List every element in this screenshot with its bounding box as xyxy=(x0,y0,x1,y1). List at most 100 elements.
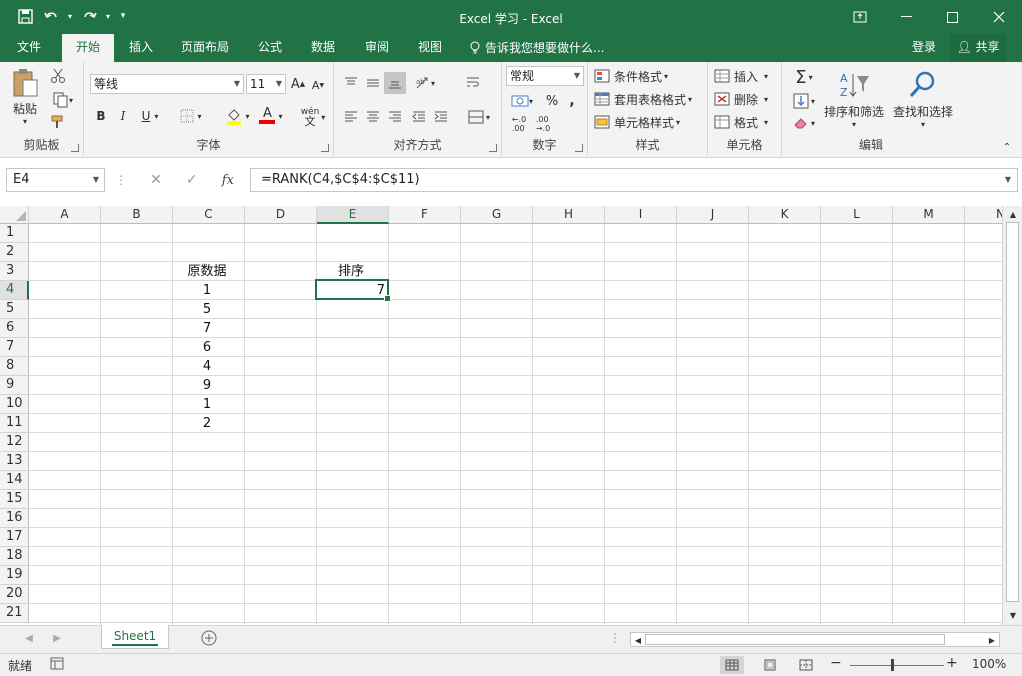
column-header-i[interactable]: I xyxy=(605,206,677,224)
name-box[interactable]: E4 ▼ xyxy=(6,168,105,192)
sign-in-link[interactable]: 登录 xyxy=(912,34,936,61)
scroll-left-icon[interactable]: ◀ xyxy=(633,634,643,646)
minimize-icon[interactable] xyxy=(883,0,929,34)
top-align-icon[interactable] xyxy=(340,72,362,94)
autosum-icon[interactable]: Σ ▾ xyxy=(788,66,820,88)
fill-color-button[interactable]: ▾ xyxy=(222,106,254,126)
tab-home[interactable]: 开始 xyxy=(62,34,114,62)
next-sheet-icon[interactable]: ▶ xyxy=(50,630,64,646)
row-header-2[interactable]: 2 xyxy=(0,243,29,262)
prev-sheet-icon[interactable]: ◀ xyxy=(22,630,36,646)
increase-decimal-icon[interactable]: ←.0.00 xyxy=(508,114,530,134)
normal-view-icon[interactable] xyxy=(720,656,744,674)
insert-function-icon[interactable]: fx xyxy=(222,173,234,188)
cell-c8[interactable]: 4 xyxy=(173,357,241,376)
tab-split-grip-icon[interactable]: ⋮ xyxy=(609,630,621,646)
cell-c4[interactable]: 1 xyxy=(173,281,241,300)
row-header-11[interactable]: 11 xyxy=(0,414,29,433)
cell-c10[interactable]: 1 xyxy=(173,395,241,414)
scroll-down-icon[interactable]: ▼ xyxy=(1007,609,1019,621)
collapse-ribbon-icon[interactable]: ⌃ xyxy=(1000,140,1014,154)
find-select-button[interactable]: 查找和选择 ▾ xyxy=(888,66,958,132)
format-cells-button[interactable]: 格式 ▾ xyxy=(714,112,780,132)
share-button[interactable]: 👤︎ 共享 xyxy=(950,34,1006,61)
cancel-icon[interactable]: ✕ xyxy=(150,172,162,188)
fill-icon[interactable]: ▾ xyxy=(788,90,820,112)
horizontal-scrollbar[interactable]: ◀ ▶ xyxy=(630,632,1000,647)
format-as-table-button[interactable]: 套用表格格式 ▾ xyxy=(594,89,706,109)
decrease-indent-icon[interactable] xyxy=(408,106,430,128)
tab-page-layout[interactable]: 页面布局 xyxy=(173,34,237,62)
column-header-j[interactable]: J xyxy=(677,206,749,224)
row-header-19[interactable]: 19 xyxy=(0,566,29,585)
percent-button[interactable]: % xyxy=(542,90,562,112)
row-header-13[interactable]: 13 xyxy=(0,452,29,471)
cut-icon[interactable] xyxy=(48,66,68,86)
ribbon-display-options-icon[interactable] xyxy=(837,0,883,34)
row-header-3[interactable]: 3 xyxy=(0,262,29,281)
row-header-15[interactable]: 15 xyxy=(0,490,29,509)
cell-c9[interactable]: 9 xyxy=(173,376,241,395)
increase-indent-icon[interactable] xyxy=(430,106,452,128)
column-header-h[interactable]: H xyxy=(533,206,605,224)
column-header-f[interactable]: F xyxy=(389,206,461,224)
cell-c6[interactable]: 7 xyxy=(173,319,241,338)
column-header-b[interactable]: B xyxy=(101,206,173,224)
column-header-a[interactable]: A xyxy=(29,206,101,224)
number-format-select[interactable]: 常规 ▼ xyxy=(506,66,584,86)
format-painter-icon[interactable] xyxy=(48,112,68,132)
row-header-20[interactable]: 20 xyxy=(0,585,29,604)
close-icon[interactable] xyxy=(976,0,1022,34)
column-header-k[interactable]: K xyxy=(749,206,821,224)
row-header-9[interactable]: 9 xyxy=(0,376,29,395)
underline-button[interactable]: U ▾ xyxy=(136,106,164,126)
row-header-8[interactable]: 8 xyxy=(0,357,29,376)
font-name-select[interactable]: 等线 ▼ xyxy=(90,74,244,94)
font-color-button[interactable]: A ▾ xyxy=(256,106,286,126)
worksheet-grid[interactable]: A B C D E F G H I J K L M N 1 2 3 4 5 6 7 8 9 10 11 12 13 14 15 16 17 1… xyxy=(0,206,1002,625)
cell-styles-button[interactable]: 单元格样式 ▾ xyxy=(594,112,704,132)
scroll-right-icon[interactable]: ▶ xyxy=(987,634,997,646)
accounting-format-icon[interactable]: ▾ xyxy=(506,90,538,112)
cell-c7[interactable]: 6 xyxy=(173,338,241,357)
wrap-text-icon[interactable] xyxy=(462,72,484,94)
italic-button[interactable]: I xyxy=(114,106,132,126)
vertical-scroll-thumb[interactable] xyxy=(1006,222,1019,602)
row-header-12[interactable]: 12 xyxy=(0,433,29,452)
clear-icon[interactable]: ▾ xyxy=(788,112,820,134)
row-header-5[interactable]: 5 xyxy=(0,300,29,319)
row-header-16[interactable]: 16 xyxy=(0,509,29,528)
sort-filter-button[interactable]: AZ 排序和筛选 ▾ xyxy=(822,66,886,132)
cell-c5[interactable]: 5 xyxy=(173,300,241,319)
cell-c3[interactable]: 原数据 xyxy=(173,262,241,281)
cell-c11[interactable]: 2 xyxy=(173,414,241,433)
tab-insert[interactable]: 插入 xyxy=(120,34,162,62)
tab-file[interactable]: 文件 xyxy=(4,34,54,62)
select-all-corner[interactable] xyxy=(0,206,29,224)
row-header-7[interactable]: 7 xyxy=(0,338,29,357)
copy-icon[interactable]: ▾ xyxy=(48,90,78,110)
font-size-select[interactable]: 11 ▼ xyxy=(246,74,286,94)
zoom-out-icon[interactable]: − xyxy=(830,655,842,671)
new-sheet-icon[interactable] xyxy=(200,629,218,647)
merge-center-icon[interactable]: ▾ xyxy=(462,106,496,128)
column-header-g[interactable]: G xyxy=(461,206,533,224)
tab-review[interactable]: 审阅 xyxy=(356,34,398,62)
alignment-launcher-icon[interactable] xyxy=(489,144,497,152)
insert-cells-button[interactable]: 插入 ▾ xyxy=(714,66,780,86)
column-header-c[interactable]: C xyxy=(173,206,245,224)
row-header-17[interactable]: 17 xyxy=(0,528,29,547)
column-header-m[interactable]: M xyxy=(893,206,965,224)
zoom-level[interactable]: 100% xyxy=(972,657,1006,671)
decrease-decimal-icon[interactable]: .00 →.0 xyxy=(532,114,554,134)
vertical-scrollbar[interactable]: ▲ ▼ xyxy=(1002,206,1022,625)
borders-button[interactable]: ▾ xyxy=(176,106,206,126)
row-header-4[interactable]: 4 xyxy=(0,281,29,300)
tab-formulas[interactable]: 公式 xyxy=(249,34,291,62)
column-header-l[interactable]: L xyxy=(821,206,893,224)
tell-me-box[interactable]: 告诉我您想要做什么... xyxy=(470,34,604,62)
tab-data[interactable]: 数据 xyxy=(302,34,344,62)
row-header-14[interactable]: 14 xyxy=(0,471,29,490)
align-left-icon[interactable] xyxy=(340,106,362,128)
row-header-10[interactable]: 10 xyxy=(0,395,29,414)
